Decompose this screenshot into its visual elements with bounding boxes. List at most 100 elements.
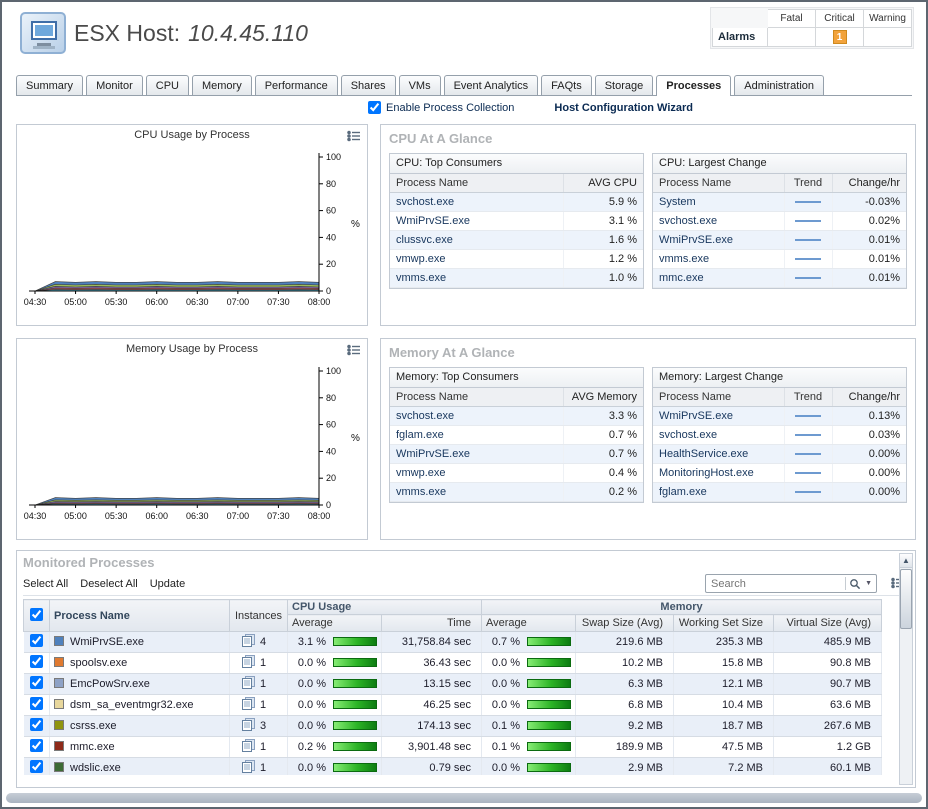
memory-average-value: 0.0 % — [492, 699, 520, 711]
tab-storage[interactable]: Storage — [595, 75, 654, 95]
glance-row: WmiPrvSE.exe 0.7 % — [390, 444, 643, 463]
tab-faqts[interactable]: FAQts — [541, 75, 592, 95]
tab-shares[interactable]: Shares — [341, 75, 396, 95]
memory-top-consumers-table: Process NameAVG Memorysvchost.exe 3.3 %f… — [390, 388, 643, 502]
memory-average-value: 0.0 % — [492, 762, 520, 774]
row-checkbox[interactable] — [30, 655, 43, 668]
column-header-virtual-size[interactable]: Virtual Size (Avg) — [774, 615, 882, 632]
cpu-average-cell: 0.0 % — [288, 716, 382, 737]
select-all-link[interactable]: Select All — [23, 578, 68, 590]
svg-text:%: % — [351, 433, 360, 444]
glance-row: svchost.exe 5.9 % — [390, 192, 643, 211]
memory-usage-bar — [527, 742, 571, 751]
process-name: vmms.exe — [653, 249, 784, 268]
scrollbar-thumb[interactable] — [900, 569, 912, 629]
alarms-critical-count[interactable]: 1 — [816, 28, 864, 47]
host-configuration-wizard-link[interactable]: Host Configuration Wizard — [554, 102, 693, 114]
process-change: 0.01% — [832, 268, 906, 287]
alarms-header-critical: Critical — [816, 9, 864, 28]
cpu-chart-title: CPU Usage by Process — [17, 129, 367, 141]
column-header-instances[interactable]: Instances — [230, 600, 288, 632]
enable-process-collection-checkbox[interactable] — [368, 101, 381, 114]
trend-cell — [784, 249, 832, 268]
svg-text:40: 40 — [326, 446, 336, 456]
column-header-cpu-average[interactable]: Average — [288, 615, 382, 632]
critical-badge[interactable]: 1 — [833, 30, 847, 44]
cpu-chart-menu-icon[interactable] — [347, 130, 361, 145]
process-name: vmms.exe — [390, 268, 563, 287]
column-header-working-set[interactable]: Working Set Size — [674, 615, 774, 632]
search-box[interactable]: ▼ — [705, 574, 877, 593]
trend-cell — [784, 463, 832, 482]
trend-sparkline — [795, 491, 821, 493]
select-all-checkbox[interactable] — [30, 608, 43, 621]
process-value: 0.4 % — [563, 463, 643, 482]
vertical-scrollbar[interactable]: ▲ — [899, 553, 913, 785]
process-name: WmiPrvSE.exe — [390, 444, 563, 463]
alarms-row-label: Alarms — [712, 28, 768, 47]
instances-cell: 1 — [230, 695, 288, 716]
cpu-top-consumers-table: Process NameAVG CPUsvchost.exe 5.9 %WmiP… — [390, 174, 643, 288]
tab-administration[interactable]: Administration — [734, 75, 824, 95]
update-link[interactable]: Update — [150, 578, 185, 590]
cpu-usage-bar — [333, 658, 377, 667]
alarms-fatal-count[interactable] — [768, 28, 816, 47]
tab-processes[interactable]: Processes — [656, 75, 731, 96]
instances-icon — [242, 634, 255, 650]
svg-text:0: 0 — [326, 500, 331, 510]
process-name: svchost.exe — [653, 425, 784, 444]
row-checkbox[interactable] — [30, 634, 43, 647]
cpu-usage-bar — [333, 763, 377, 772]
tab-performance[interactable]: Performance — [255, 75, 338, 95]
horizontal-scrollbar[interactable] — [6, 793, 922, 803]
tab-event-analytics[interactable]: Event Analytics — [444, 75, 539, 95]
row-checkbox[interactable] — [30, 697, 43, 710]
trend-sparkline — [795, 277, 821, 279]
column-header-time[interactable]: Time — [382, 615, 482, 632]
tab-monitor[interactable]: Monitor — [86, 75, 143, 95]
glance-row: MonitoringHost.exe 0.00% — [653, 463, 906, 482]
trend-sparkline — [795, 201, 821, 203]
alarms-warning-count[interactable] — [864, 28, 912, 47]
row-checkbox-cell — [24, 758, 50, 776]
process-name: WmiPrvSE.exe — [653, 406, 784, 425]
tab-summary[interactable]: Summary — [16, 75, 83, 95]
tab-cpu[interactable]: CPU — [146, 75, 189, 95]
row-checkbox[interactable] — [30, 676, 43, 689]
column-header-memory-average[interactable]: Average — [482, 615, 576, 632]
tab-vms[interactable]: VMs — [399, 75, 441, 95]
memory-chart-menu-icon[interactable] — [347, 344, 361, 359]
column-header-process-name[interactable]: Process Name — [50, 600, 230, 632]
process-row: spoolsv.exe 1 0.0 % 36.43 sec 0.0 % 10.2… — [24, 653, 882, 674]
page-title: ESX Host:10.4.45.110 — [74, 20, 308, 47]
memory-average-value: 0.7 % — [492, 636, 520, 648]
instances-cell: 1 — [230, 653, 288, 674]
deselect-all-link[interactable]: Deselect All — [80, 578, 137, 590]
column-header: AVG CPU — [563, 174, 643, 192]
swap-size-cell: 2.9 MB — [576, 758, 674, 776]
svg-text:08:00: 08:00 — [308, 511, 331, 521]
row-checkbox[interactable] — [30, 760, 43, 773]
column-header: Trend — [784, 174, 832, 192]
column-header-swap-size[interactable]: Swap Size (Avg) — [576, 615, 674, 632]
svg-text:%: % — [351, 219, 360, 230]
row-checkbox-cell — [24, 674, 50, 695]
search-options-chevron-down-icon[interactable]: ▼ — [864, 580, 876, 587]
search-icon[interactable] — [846, 578, 864, 590]
svg-text:06:30: 06:30 — [186, 511, 209, 521]
enable-process-collection[interactable]: Enable Process Collection — [368, 101, 514, 114]
tab-memory[interactable]: Memory — [192, 75, 252, 95]
cpu-at-a-glance-panel: CPU At A Glance CPU: Top Consumers Proce… — [380, 124, 916, 326]
process-name: fglam.exe — [653, 482, 784, 501]
row-checkbox[interactable] — [30, 739, 43, 752]
memory-average-cell: 0.0 % — [482, 758, 576, 776]
process-name: mmc.exe — [70, 741, 115, 753]
swap-size-cell: 10.2 MB — [576, 653, 674, 674]
scroll-up-arrow-icon[interactable]: ▲ — [900, 554, 912, 568]
row-checkbox[interactable] — [30, 718, 43, 731]
glance-row: HealthService.exe 0.00% — [653, 444, 906, 463]
monitored-toolbar: Select All Deselect All Update ▼ — [23, 572, 909, 596]
svg-text:05:00: 05:00 — [64, 297, 87, 307]
search-input[interactable] — [706, 578, 845, 590]
memory-average-value: 0.1 % — [492, 720, 520, 732]
